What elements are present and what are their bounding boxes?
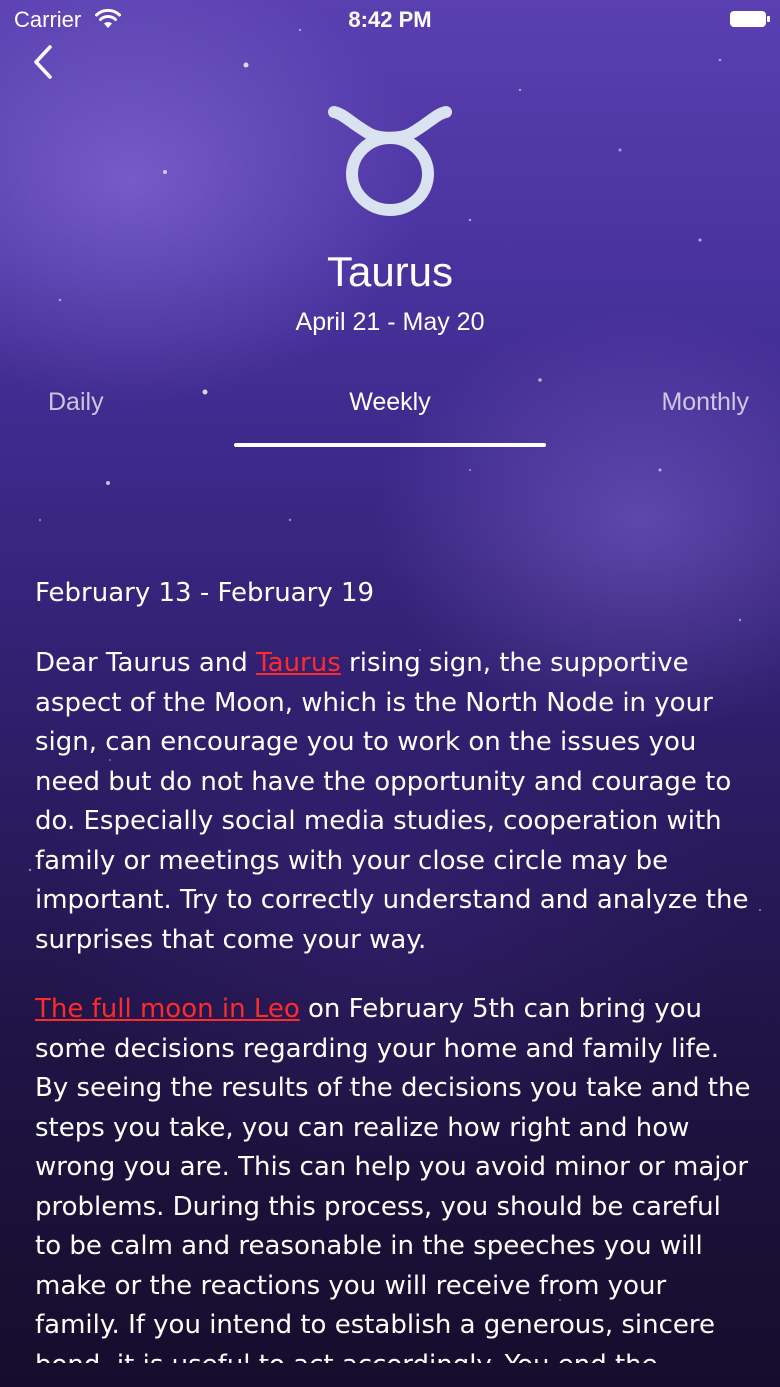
tab-selected-indicator (234, 443, 546, 447)
paragraph-text: on February 5th can bring you some decis… (35, 994, 751, 1363)
taurus-glyph-icon (328, 106, 452, 216)
tab-monthly[interactable]: Monthly (661, 388, 749, 417)
taurus-link[interactable]: Taurus (256, 648, 341, 678)
full-moon-link[interactable]: The full moon in Leo (35, 994, 300, 1024)
sign-date-range: April 21 - May 20 (295, 308, 485, 336)
chevron-left-icon (34, 45, 52, 79)
status-bar: Carrier 8:42 PM (0, 0, 780, 40)
sign-title: Taurus (326, 248, 454, 295)
status-time: 8:42 PM (348, 7, 432, 32)
paragraph-text: Dear Taurus and (35, 648, 257, 678)
paragraph-text: rising sign, the supportive aspect of th… (35, 648, 749, 955)
horoscope-paragraph: The full moon in Leo on February 5th can… (35, 990, 751, 1363)
battery-icon (730, 11, 770, 27)
back-button[interactable] (26, 40, 62, 84)
horoscope-paragraph: Dear Taurus and Taurus rising sign, the … (35, 644, 751, 960)
week-range-label: February 13 - February 19 (35, 578, 375, 608)
horoscope-content[interactable]: February 13 - February 19 Dear Taurus an… (35, 576, 751, 1363)
